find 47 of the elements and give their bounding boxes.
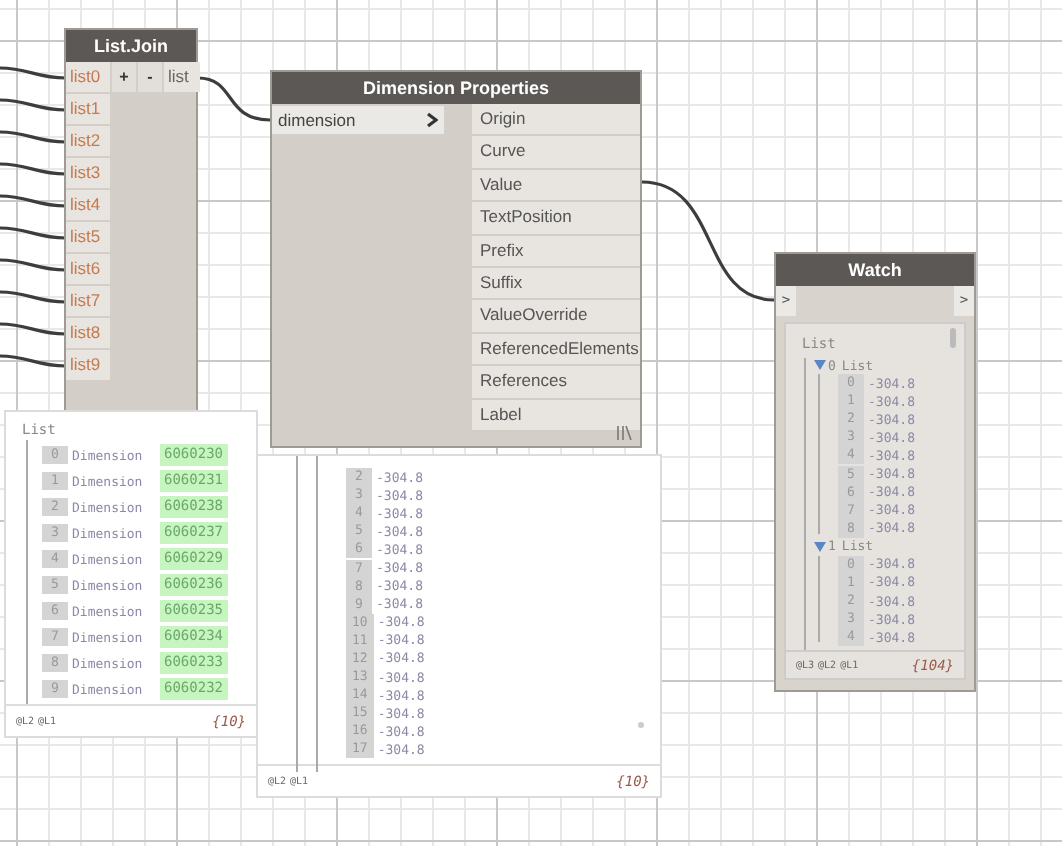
wire [0, 290, 67, 304]
input-port[interactable]: list2 [66, 126, 110, 156]
expanded-icon[interactable] [814, 360, 826, 370]
output-port[interactable]: Label [472, 399, 640, 432]
output-port[interactable]: ValueOverride [472, 300, 640, 334]
output-port[interactable]: Suffix [472, 267, 640, 301]
input-port[interactable]: list3 [66, 158, 110, 188]
input-port[interactable]: list0 [66, 62, 110, 92]
chevron-icon [426, 112, 438, 128]
wire [0, 258, 67, 272]
wire [0, 194, 67, 208]
input-port[interactable]: dimension [272, 106, 444, 134]
input-port[interactable]: list4 [66, 190, 110, 220]
node-title: Watch [776, 254, 974, 286]
wire [0, 322, 67, 336]
lacing-icon [616, 426, 632, 440]
node-title: List.Join [66, 30, 196, 62]
node-title: Dimension Properties [272, 72, 640, 104]
scrollbar-thumb[interactable] [950, 328, 956, 348]
output-port[interactable]: list [164, 62, 200, 92]
output-port[interactable]: Prefix [472, 235, 640, 268]
wire [0, 226, 67, 240]
input-port[interactable]: list9 [66, 350, 110, 380]
input-port[interactable]: list7 [66, 286, 110, 316]
input-port[interactable]: list1 [66, 94, 110, 124]
port-label: dimension [278, 110, 356, 130]
output-port[interactable]: ReferencedElements [472, 333, 640, 367]
wire [0, 98, 67, 112]
input-port[interactable]: list5 [66, 222, 110, 252]
wire [0, 130, 67, 144]
output-port[interactable]: Value [472, 169, 640, 203]
expanded-icon[interactable] [814, 541, 826, 552]
input-port[interactable]: list8 [66, 318, 110, 348]
wire [197, 76, 271, 122]
wire [0, 354, 67, 368]
port-button[interactable]: - [138, 62, 162, 92]
output-port[interactable]: References [472, 366, 640, 400]
wire [0, 66, 67, 80]
input-port[interactable]: list6 [66, 254, 110, 284]
wire [641, 180, 775, 302]
output-port[interactable]: Origin [472, 104, 640, 137]
wire [0, 162, 67, 176]
port-button[interactable]: + [112, 62, 136, 92]
output-port[interactable]: TextPosition [472, 202, 640, 236]
tree-line [818, 555, 820, 643]
output-port[interactable]: Curve [472, 136, 640, 170]
scroll-dot [638, 722, 644, 728]
